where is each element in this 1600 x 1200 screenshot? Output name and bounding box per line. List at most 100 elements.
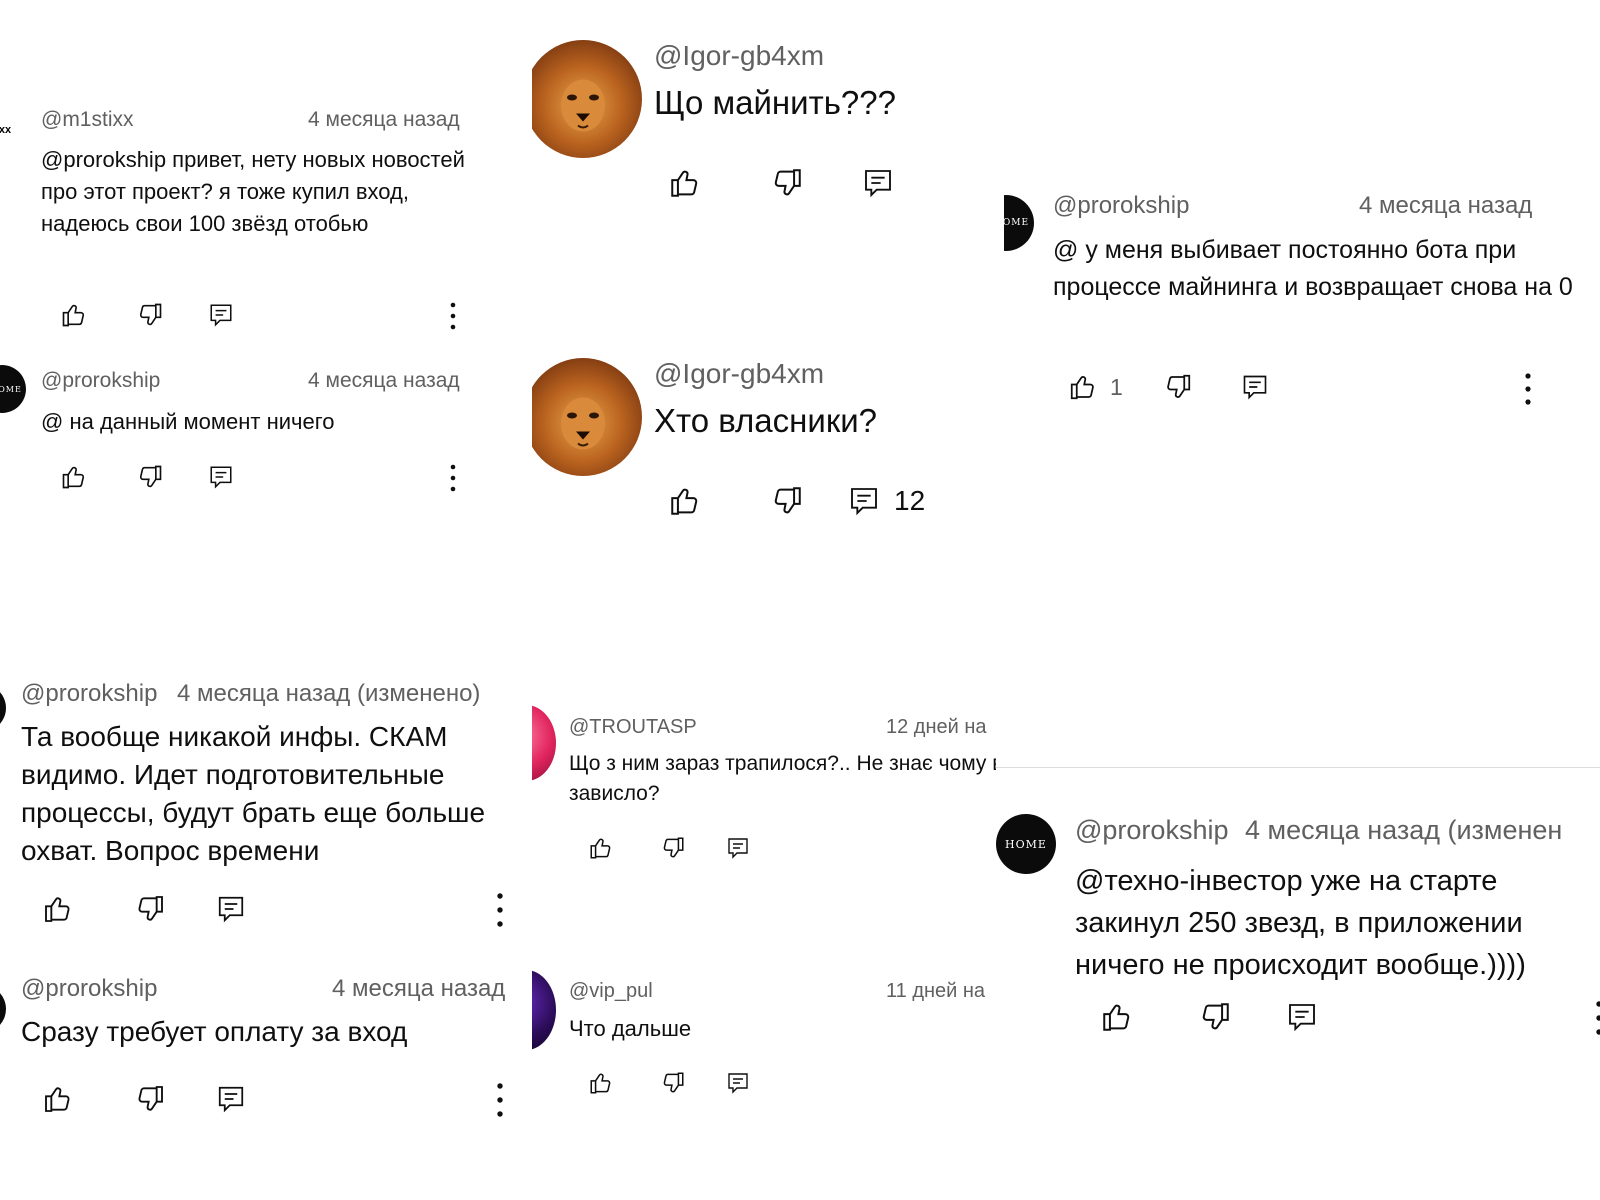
comment-timestamp[interactable]: 4 месяца назад (1359, 192, 1532, 220)
comment-vip-pul: @vip_pul 11 дней на Что дальше (532, 970, 996, 1120)
like-button[interactable] (1100, 1000, 1134, 1034)
comment-text: Що майнить??? (654, 84, 896, 121)
comment-author[interactable]: @Igor-gb4xm (654, 40, 824, 72)
dislike-button[interactable] (1198, 1000, 1232, 1034)
like-button[interactable] (588, 1070, 614, 1096)
avatar[interactable]: stixx (0, 119, 22, 141)
reply-button[interactable] (216, 893, 246, 925)
comment-text: @техно-інвестор уже на старте закинул 25… (1075, 865, 1526, 981)
comment-author[interactable]: @prorokship (21, 975, 157, 1003)
like-button[interactable] (588, 835, 614, 861)
reply-button[interactable] (208, 463, 234, 491)
reply-icon (728, 1073, 748, 1094)
comment-text: Хто власники? (654, 402, 878, 439)
reply-icon (218, 1086, 244, 1113)
avatar-text: stixx (0, 124, 12, 136)
more-vert-icon[interactable] (448, 463, 458, 498)
reply-button[interactable] (726, 1070, 750, 1096)
more-vert-icon[interactable] (495, 892, 505, 933)
dislike-button[interactable] (136, 463, 164, 491)
reply-button[interactable] (1241, 372, 1269, 402)
comment-timestamp[interactable]: 11 дней на (886, 980, 985, 1003)
comment-text: Та вообще никакой инфы. СКАМ видимо. Иде… (21, 721, 486, 866)
panel-divider (996, 767, 1600, 768)
comment-text: Що з ним зараз трапилося?.. Не знає чому… (569, 752, 996, 805)
comment-actions (588, 835, 750, 861)
dislike-button[interactable] (660, 1070, 686, 1096)
more-vert-icon[interactable] (1594, 1000, 1600, 1041)
comment-troutasp: @TROUTASP 12 дней на Що з ним зараз трап… (532, 705, 996, 895)
comment-actions (42, 1083, 246, 1115)
more-vert-icon[interactable] (448, 301, 458, 336)
thumb-up-icon (1070, 376, 1094, 400)
reply-icon (851, 488, 877, 516)
like-button[interactable] (42, 1083, 74, 1115)
dislike-button[interactable] (770, 166, 804, 200)
dislike-button[interactable] (660, 835, 686, 861)
like-button[interactable] (668, 484, 702, 518)
avatar[interactable] (532, 970, 556, 1050)
thumb-down-icon (138, 1086, 163, 1111)
comment-timestamp[interactable]: 4 месяца назад (332, 975, 505, 1003)
thumb-up-icon (1103, 1004, 1130, 1031)
dislike-button[interactable] (134, 893, 166, 925)
comment-author[interactable]: @vip_pul (569, 980, 653, 1003)
panel-3: OME @prorokship 4 месяца назад @ у меня … (1004, 180, 1600, 440)
avatar[interactable] (0, 985, 6, 1033)
avatar[interactable] (532, 705, 556, 781)
avatar[interactable]: OME (1004, 195, 1034, 251)
reply-icon (865, 170, 891, 198)
comment-author[interactable]: @prorokship (1075, 815, 1228, 846)
avatar[interactable] (532, 40, 642, 158)
comment-timestamp[interactable]: 4 месяца назад (308, 369, 460, 393)
thumb-down-icon (774, 169, 801, 196)
reply-button[interactable] (1286, 1000, 1318, 1034)
comment-author[interactable]: @prorokship (41, 369, 160, 393)
thumb-up-icon (590, 1073, 611, 1094)
thumb-down-icon (139, 303, 162, 326)
avatar-text: OME (0, 384, 22, 394)
thumb-down-icon (139, 465, 162, 488)
comment-igor-1: @Igor-gb4xm Що майнить??? (532, 20, 962, 220)
comment-m1stixx: stixx @m1stixx 4 месяца назад @prorokshi… (0, 95, 505, 345)
comment-timestamp[interactable]: 4 месяца назад (308, 108, 460, 132)
more-vert-icon[interactable] (495, 1082, 505, 1123)
avatar[interactable] (0, 684, 6, 732)
thumb-down-icon (663, 837, 684, 858)
comment-timestamp[interactable]: 4 месяца назад (изменен (1245, 815, 1562, 846)
thumb-down-icon (774, 487, 801, 514)
reply-button[interactable] (726, 835, 750, 861)
like-button[interactable] (60, 301, 88, 329)
like-button[interactable] (668, 166, 702, 200)
like-button[interactable] (42, 893, 74, 925)
comment-author[interactable]: @prorokship (1053, 192, 1189, 220)
reply-button[interactable] (216, 1083, 246, 1115)
dislike-button[interactable] (134, 1083, 166, 1115)
thumb-up-icon (590, 838, 611, 859)
comment-author[interactable]: @m1stixx (41, 108, 134, 132)
like-count: 1 (1110, 373, 1123, 400)
comment-timestamp[interactable]: 4 месяца назад (изменено) (177, 680, 480, 708)
like-button[interactable] (60, 463, 88, 491)
reply-button[interactable] (208, 301, 234, 329)
comment-author[interactable]: @prorokship (21, 680, 157, 708)
comment-prorokship-edited: HOME @prorokship 4 месяца назад (изменен… (996, 800, 1600, 1075)
avatar[interactable]: OME (0, 365, 26, 413)
dislike-button[interactable] (770, 484, 804, 518)
reply-icon (728, 838, 748, 859)
comment-actions (668, 166, 894, 200)
avatar[interactable] (532, 358, 642, 476)
like-button[interactable]: 1 (1068, 372, 1123, 402)
comment-actions: 12 (668, 484, 925, 518)
avatar[interactable]: HOME (996, 814, 1056, 874)
reply-button[interactable]: 12 (848, 484, 925, 518)
dislike-button[interactable] (1163, 372, 1193, 402)
comment-author[interactable]: @Igor-gb4xm (654, 358, 824, 390)
thumb-up-icon (671, 170, 698, 197)
thumb-up-icon (62, 466, 85, 489)
comment-timestamp[interactable]: 12 дней на (886, 716, 987, 739)
comment-author[interactable]: @TROUTASP (569, 716, 697, 739)
dislike-button[interactable] (136, 301, 164, 329)
reply-button[interactable] (862, 166, 894, 200)
more-vert-icon[interactable] (1523, 372, 1533, 411)
